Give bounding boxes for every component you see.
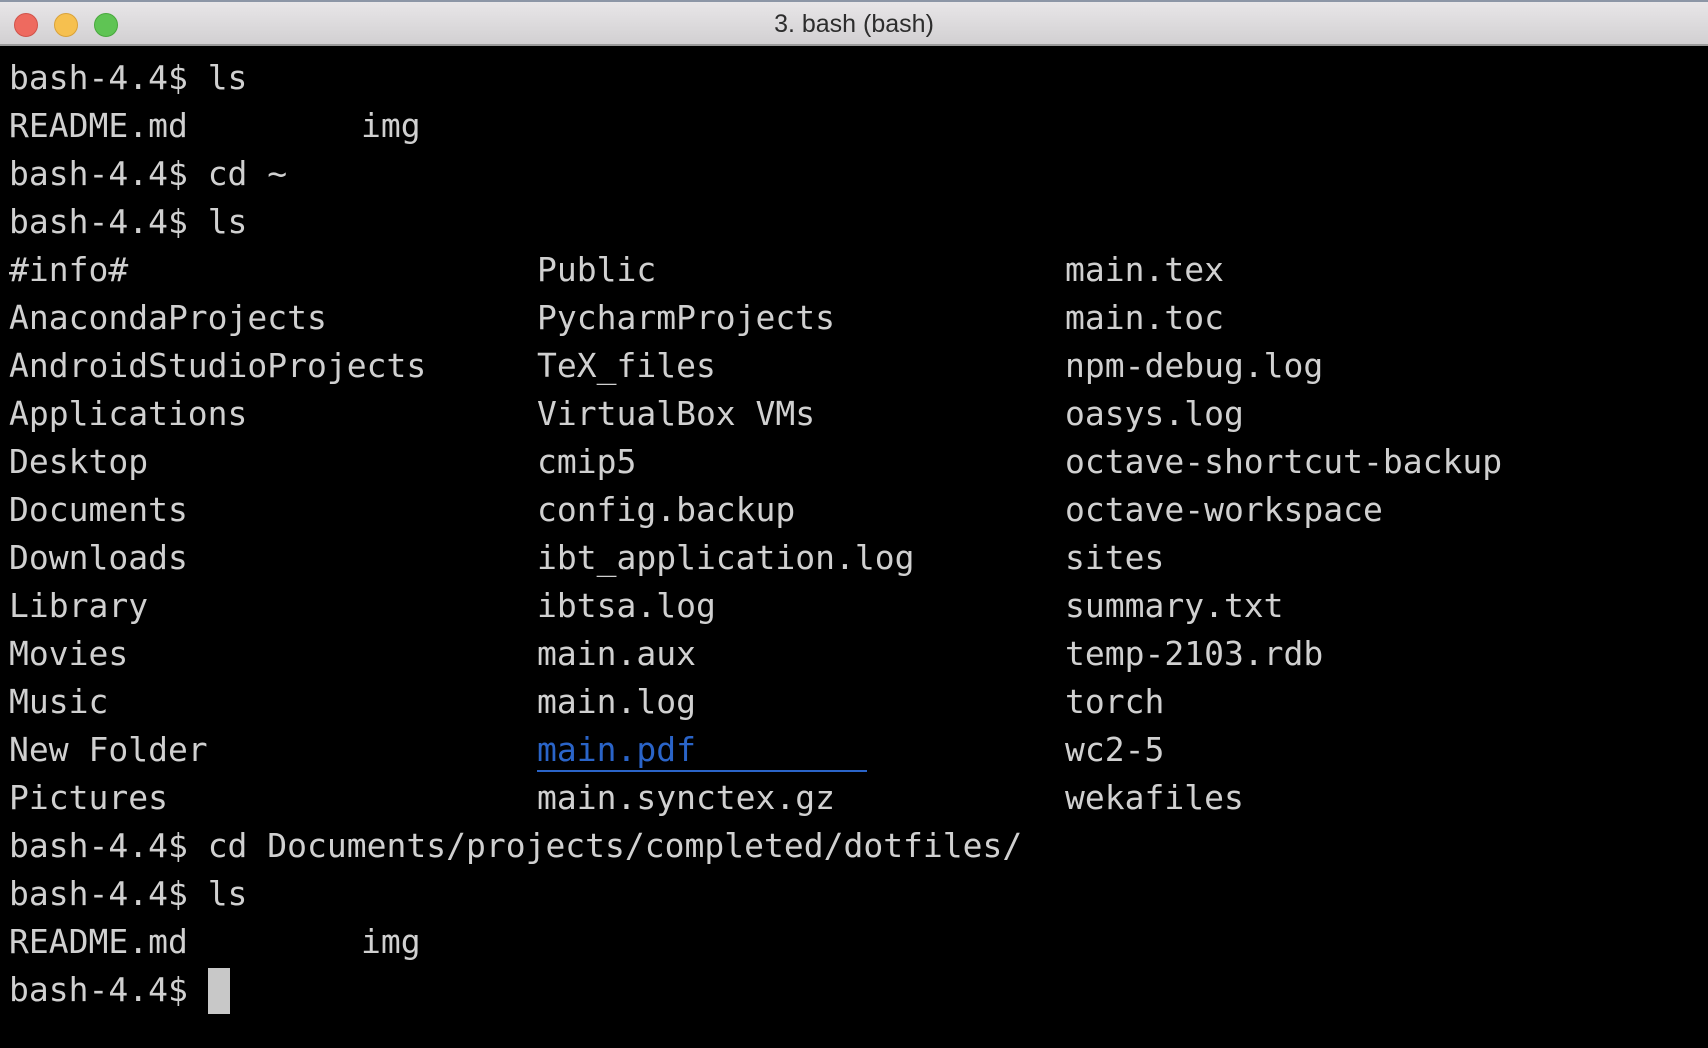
listing-row: Applications VirtualBox VMs oasys.log — [9, 390, 1244, 438]
listing-row: Movies main.aux temp-2103.rdb — [9, 630, 1323, 678]
window-title: 3. bash (bash) — [774, 10, 934, 38]
listing-row: Desktop cmip5 octave-shortcut-backup — [9, 438, 1502, 486]
listing-row: New Folder main.pdf wc2-5 — [9, 726, 1164, 774]
file-entry: README.md — [9, 922, 188, 961]
file-link[interactable]: main.pdf — [537, 726, 867, 774]
command-line: bash-4.4$ ls — [9, 870, 1022, 918]
file-entry: #info# — [9, 250, 129, 289]
terminal-output[interactable]: bash-4.4$ ls README.md img bash-4.4$ cd ~ ba… — [9, 54, 1502, 1014]
file-entry: temp-2103.rdb — [1065, 634, 1324, 673]
file-entry: torch — [1065, 682, 1165, 721]
text-cursor — [207, 968, 230, 1014]
listing-row: Downloads ibt_application.log sites — [9, 534, 1164, 582]
file-entry: AndroidStudioProjects — [9, 346, 427, 385]
file-entry: summary.txt — [1065, 586, 1284, 625]
active-prompt-line[interactable]: bash-4.4$ — [9, 966, 1022, 1014]
prompt: bash-4.4$ — [9, 58, 208, 97]
file-entry: main.synctex.gz — [537, 778, 836, 817]
listing-row: Library ibtsa.log summary.txt — [9, 582, 1284, 630]
file-entry: TeX_files — [537, 346, 716, 385]
command-line: bash-4.4$ ls — [9, 198, 1022, 246]
listing-row: AndroidStudioProjects TeX_files npm-debug.… — [9, 342, 1323, 390]
file-link-text[interactable]: main.pdf — [537, 730, 867, 772]
file-entry: VirtualBox VMs — [537, 394, 816, 433]
file-entry: sites — [1065, 538, 1165, 577]
output-line: README.md img — [9, 918, 1022, 966]
prompt: bash-4.4$ — [9, 154, 208, 193]
file-entry: ibt_application.log — [537, 538, 915, 577]
file-entry: New Folder — [9, 730, 208, 769]
file-entry: wc2-5 — [1065, 730, 1165, 769]
file-entry: octave-shortcut-backup — [1065, 442, 1503, 481]
listing-row: Documents config.backup octave-workspace — [9, 486, 1383, 534]
file-entry: Library — [9, 586, 149, 625]
file-entry: Documents — [9, 490, 188, 529]
prompt: bash-4.4$ — [9, 970, 208, 1009]
file-entry: npm-debug.log — [1065, 346, 1324, 385]
command-line: bash-4.4$ cd ~ — [9, 150, 1022, 198]
command-line: bash-4.4$ cd Documents/projects/complete… — [9, 822, 1022, 870]
file-entry: Public — [537, 250, 657, 289]
command-text: cd ~ — [207, 154, 288, 193]
prompt: bash-4.4$ — [9, 874, 208, 913]
file-entry: main.aux — [537, 634, 696, 673]
file-entry: Applications — [9, 394, 248, 433]
file-entry: Downloads — [9, 538, 188, 577]
file-entry: oasys.log — [1065, 394, 1244, 433]
command-text: ls — [207, 58, 248, 97]
title-bar[interactable]: 3. bash (bash) — [0, 0, 1708, 46]
listing-row: Music main.log torch — [9, 678, 1164, 726]
file-entry: Pictures — [9, 778, 168, 817]
file-entry: main.toc — [1065, 298, 1224, 337]
file-entry: img — [361, 106, 421, 145]
listing-row: Pictures main.synctex.gz wekafiles — [9, 774, 1244, 822]
command-line: bash-4.4$ ls — [9, 54, 1022, 102]
command-text: ls — [207, 202, 248, 241]
file-entry: main.log — [537, 682, 696, 721]
output-line: README.md img — [9, 102, 1022, 150]
command-text: cd Documents/projects/completed/dotfiles… — [207, 826, 1023, 865]
listing-row: AnacondaProjects PycharmProjects main.toc — [9, 294, 1224, 342]
file-entry: AnacondaProjects — [9, 298, 327, 337]
file-entry: README.md — [9, 106, 188, 145]
file-entry: Movies — [9, 634, 129, 673]
command-text: ls — [207, 874, 248, 913]
file-entry: config.backup — [537, 490, 796, 529]
file-entry: Music — [9, 682, 109, 721]
file-entry: PycharmProjects — [537, 298, 836, 337]
file-entry: wekafiles — [1065, 778, 1244, 817]
file-entry: cmip5 — [537, 442, 637, 481]
file-entry: main.tex — [1065, 250, 1224, 289]
file-entry: octave-workspace — [1065, 490, 1383, 529]
file-entry: img — [361, 922, 421, 961]
listing-row: #info# Public main.tex — [9, 246, 1224, 294]
terminal-window: 3. bash (bash) bash-4.4$ ls README.md img b… — [0, 0, 1708, 1048]
prompt: bash-4.4$ — [9, 826, 208, 865]
file-entry: ibtsa.log — [537, 586, 716, 625]
prompt: bash-4.4$ — [9, 202, 208, 241]
file-entry: Desktop — [9, 442, 149, 481]
